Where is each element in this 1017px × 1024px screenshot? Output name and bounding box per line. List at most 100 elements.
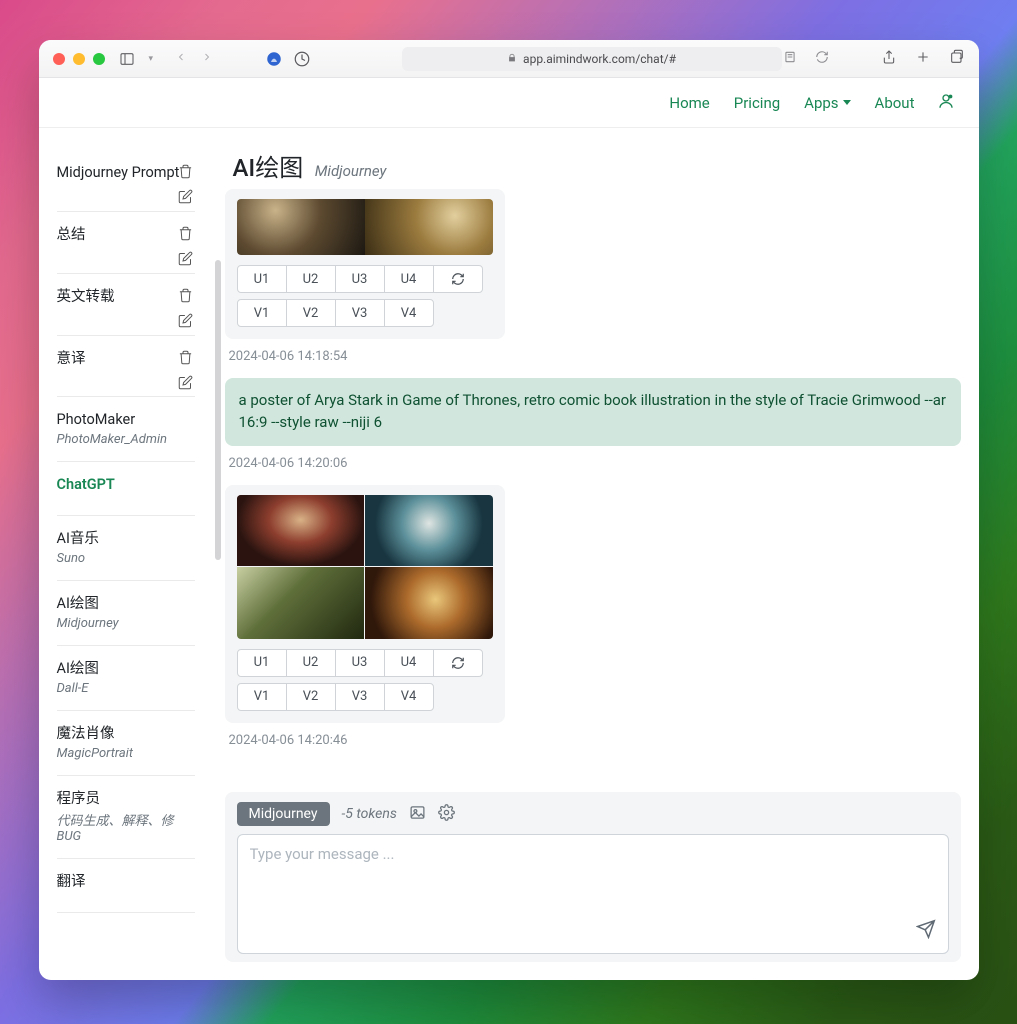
sidebar-item[interactable]: 程序员代码生成、解释、修BUG (57, 776, 195, 860)
url-text: app.aimindwork.com/chat/# (523, 52, 676, 66)
v4-button[interactable]: V4 (384, 683, 434, 711)
edit-icon[interactable] (178, 251, 193, 270)
sidebar-item[interactable]: 意译 (57, 336, 195, 398)
mj-grid-cell[interactable] (365, 567, 493, 639)
user-bubble: a poster of Arya Stark in Game of Throne… (225, 378, 961, 446)
sidebar-item-title: PhotoMaker (57, 411, 195, 430)
mj-grid-cell[interactable] (365, 495, 493, 567)
zoom-window-button[interactable] (93, 53, 105, 65)
url-bar[interactable]: app.aimindwork.com/chat/# (402, 47, 782, 71)
forward-button[interactable] (201, 51, 213, 67)
close-window-button[interactable] (53, 53, 65, 65)
sidebar-item[interactable]: PhotoMakerPhotoMaker_Admin (57, 397, 195, 462)
timestamp: 2024-04-06 14:18:54 (225, 343, 961, 378)
sidebar-item[interactable]: 魔法肖像MagicPortrait (57, 711, 195, 776)
chevron-down-icon (843, 100, 851, 105)
v2-button[interactable]: V2 (286, 299, 336, 327)
share-icon[interactable] (881, 49, 897, 69)
v3-button[interactable]: V3 (335, 299, 385, 327)
new-tab-icon[interactable] (915, 49, 931, 69)
reroll-button[interactable] (433, 649, 483, 677)
privacy-shield-icon[interactable] (265, 50, 283, 68)
mj-grid-cell[interactable] (237, 199, 365, 255)
upscale-row: U1 U2 U3 U4 (237, 649, 493, 677)
trash-icon[interactable] (178, 350, 193, 369)
v2-button[interactable]: V2 (286, 683, 336, 711)
mj-grid-cell[interactable] (237, 567, 365, 639)
u1-button[interactable]: U1 (237, 649, 287, 677)
chevron-down-icon[interactable]: ▾ (149, 54, 157, 64)
u3-button[interactable]: U3 (335, 649, 385, 677)
message-input[interactable] (250, 845, 936, 943)
sidebar-toggle-icon[interactable] (117, 51, 137, 67)
main: AI绘图 Midjourney U1 U2 (207, 128, 979, 980)
mj-image-grid[interactable] (237, 495, 493, 639)
sidebar-item[interactable]: Midjourney Prompt (57, 150, 195, 212)
sidebar-item[interactable]: AI绘图Dall-E (57, 646, 195, 711)
model-selector[interactable]: Midjourney (237, 802, 330, 826)
tabs-overview-icon[interactable] (949, 49, 965, 69)
reload-icon[interactable] (815, 50, 829, 68)
sidebar-item[interactable]: 英文转载 (57, 274, 195, 336)
reroll-button[interactable] (433, 265, 483, 293)
edit-icon[interactable] (178, 189, 193, 208)
sidebar-item-title: 翻译 (57, 873, 195, 892)
ai-message: U1 U2 U3 U4 V1 V2 V3 V4 (225, 189, 961, 339)
trash-icon[interactable] (178, 164, 193, 183)
chat-scroll[interactable]: U1 U2 U3 U4 V1 V2 V3 V4 (207, 189, 979, 792)
u1-button[interactable]: U1 (237, 265, 287, 293)
composer-wrap: Midjourney -5 tokens (207, 792, 979, 980)
sidebar-item[interactable]: 翻译 (57, 859, 195, 913)
v3-button[interactable]: V3 (335, 683, 385, 711)
sidebar-item-title: Midjourney Prompt (57, 164, 195, 183)
ai-bubble: U1 U2 U3 U4 V1 V2 V3 V4 (225, 485, 505, 723)
back-button[interactable] (175, 51, 187, 67)
minimize-window-button[interactable] (73, 53, 85, 65)
v1-button[interactable]: V1 (237, 683, 287, 711)
mj-grid-cell[interactable] (237, 495, 365, 567)
nav-apps[interactable]: Apps (792, 88, 862, 118)
edit-icon[interactable] (178, 313, 193, 332)
sidebar-item-title: 程序员 (57, 790, 195, 809)
sidebar-item-subtitle: Suno (57, 551, 195, 566)
sidebar-item[interactable]: ChatGPT (57, 462, 195, 516)
safari-window: ▾ app.aimindwork.com/chat/# Home Pricing (39, 40, 979, 980)
v4-button[interactable]: V4 (384, 299, 434, 327)
nav-about[interactable]: About (863, 88, 927, 118)
trash-icon[interactable] (178, 288, 193, 307)
privacy-report-icon[interactable] (293, 50, 311, 68)
sidebar-item-title: AI音乐 (57, 530, 195, 549)
u2-button[interactable]: U2 (286, 265, 336, 293)
u4-button[interactable]: U4 (384, 265, 434, 293)
nav-home[interactable]: Home (657, 88, 721, 118)
sidebar-item[interactable]: AI绘图Midjourney (57, 581, 195, 646)
sidebar-item-subtitle: MagicPortrait (57, 746, 195, 761)
trash-icon[interactable] (178, 226, 193, 245)
settings-icon[interactable] (438, 804, 455, 825)
mj-grid-cell[interactable] (365, 199, 493, 255)
sidebar-item-title: 总结 (57, 226, 195, 245)
u3-button[interactable]: U3 (335, 265, 385, 293)
sidebar-item-title: ChatGPT (57, 476, 195, 495)
sidebar-item-title: 意译 (57, 350, 195, 369)
timestamp: 2024-04-06 14:20:06 (225, 450, 961, 485)
sidebar-item-title: AI绘图 (57, 660, 195, 679)
mj-image-grid[interactable] (237, 199, 493, 255)
sidebar-item-title: AI绘图 (57, 595, 195, 614)
u4-button[interactable]: U4 (384, 649, 434, 677)
sidebar-item[interactable]: 总结 (57, 212, 195, 274)
sidebar-item-actions (178, 226, 193, 270)
timestamp: 2024-04-06 14:20:46 (225, 727, 961, 762)
nav-pricing[interactable]: Pricing (722, 88, 792, 118)
sidebar-item-subtitle: 代码生成、解释、修BUG (57, 810, 195, 844)
reader-icon[interactable] (783, 50, 797, 68)
sidebar-item[interactable]: AI音乐 Suno (57, 516, 195, 581)
user-menu-icon[interactable] (937, 92, 955, 114)
edit-icon[interactable] (178, 375, 193, 394)
image-upload-icon[interactable] (409, 804, 426, 825)
u2-button[interactable]: U2 (286, 649, 336, 677)
titlebar: ▾ app.aimindwork.com/chat/# (39, 40, 979, 78)
v1-button[interactable]: V1 (237, 299, 287, 327)
sidebar[interactable]: Midjourney Prompt 总结英文转载意译 PhotoMakerPhoto… (39, 128, 207, 980)
send-button[interactable] (916, 919, 936, 943)
